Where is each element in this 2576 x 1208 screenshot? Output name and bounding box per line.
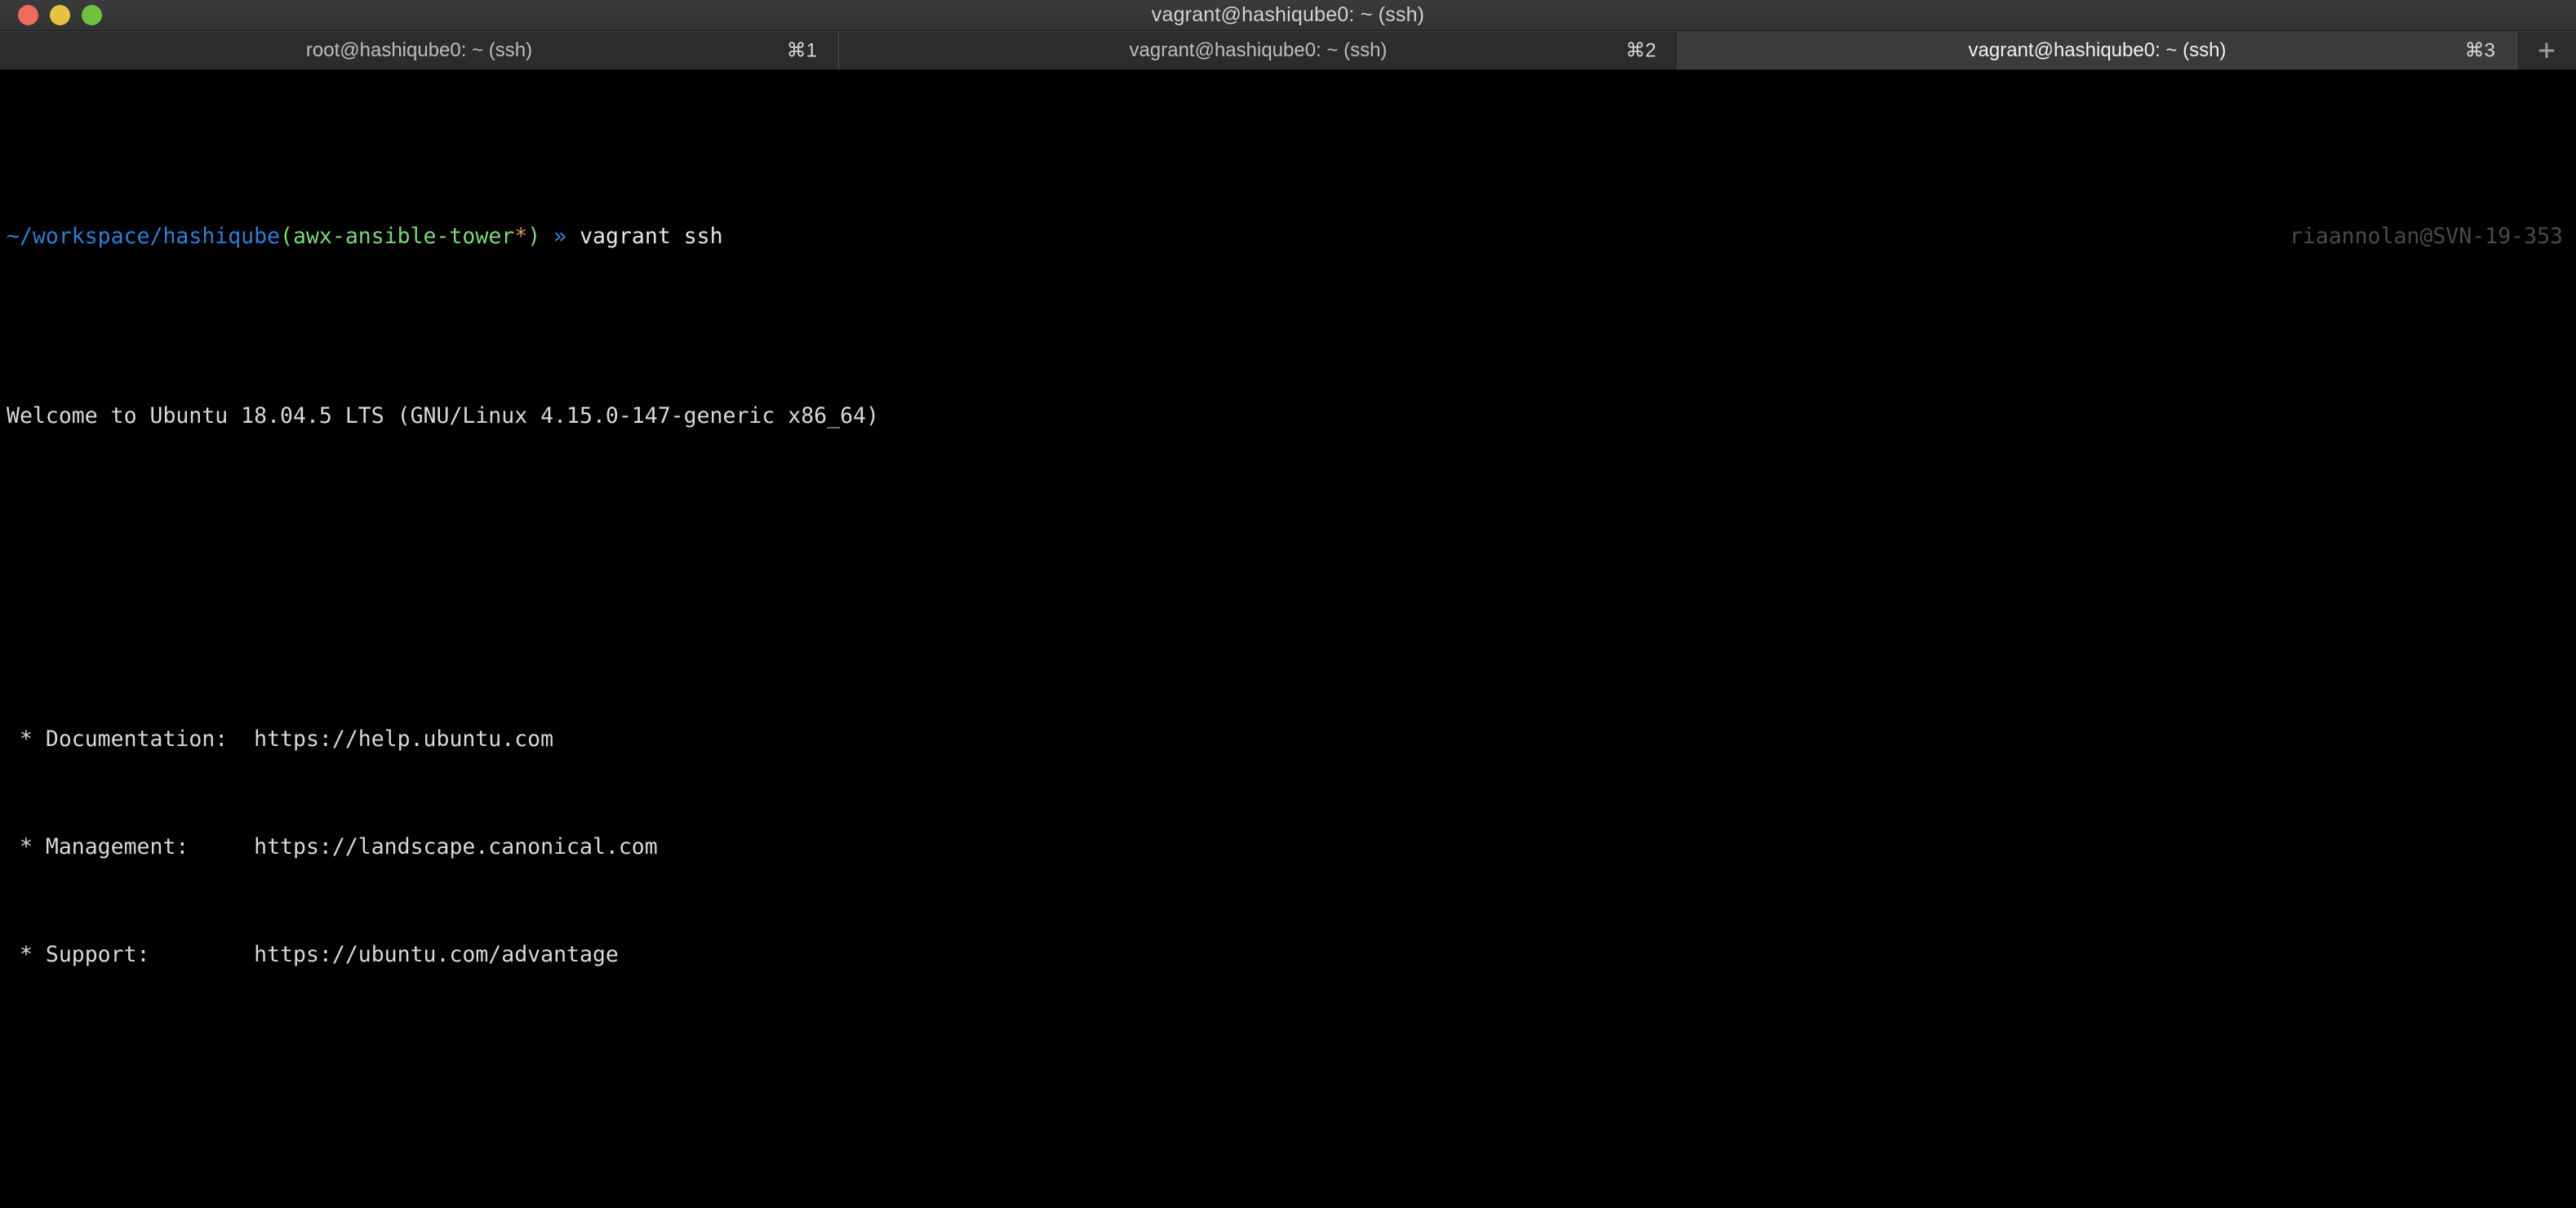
tab-label: vagrant@hashiqube0: ~ (ssh): [1129, 39, 1388, 61]
terminal-screen: ~/workspace/hashiqube(awx-ansible-tower*…: [0, 75, 2576, 1208]
terminal-window: vagrant@hashiqube0: ~ (ssh) root@hashiqu…: [0, 0, 2576, 1208]
git-branch: awx-ansible-tower: [293, 224, 515, 249]
command-line: ~/workspace/hashiqube(awx-ansible-tower*…: [7, 219, 2576, 255]
window-title: vagrant@hashiqube0: ~ (ssh): [1151, 3, 1425, 26]
documentation-line: * Documentation: https://help.ubuntu.com: [7, 726, 554, 752]
terminal-body[interactable]: ~/workspace/hashiqube(awx-ansible-tower*…: [0, 70, 2576, 1208]
plus-icon: +: [2538, 33, 2556, 67]
remote-host-label: riaannolan@SVN-19-353: [2289, 224, 2563, 249]
typed-command: vagrant ssh: [580, 224, 723, 249]
tab-root-hashiqube0[interactable]: root@hashiqube0: ~ (ssh) ⌘1: [0, 31, 839, 69]
tab-bar: root@hashiqube0: ~ (ssh) ⌘1 vagrant@hash…: [0, 31, 2576, 70]
zoom-button[interactable]: [82, 5, 102, 25]
tab-vagrant-hashiqube0-3[interactable]: vagrant@hashiqube0: ~ (ssh) ⌘3: [1678, 31, 2517, 69]
close-button[interactable]: [18, 5, 38, 25]
prompt-arrow-icon: »: [553, 224, 567, 249]
tab-vagrant-hashiqube0-2[interactable]: vagrant@hashiqube0: ~ (ssh) ⌘2: [839, 31, 1678, 69]
git-paren-close: ): [527, 224, 541, 249]
title-bar: vagrant@hashiqube0: ~ (ssh): [0, 0, 2576, 31]
tab-label: vagrant@hashiqube0: ~ (ssh): [1968, 39, 2227, 61]
git-dirty-marker: *: [514, 224, 528, 249]
minimize-button[interactable]: [50, 5, 70, 25]
prompt-path: ~/workspace/hashiqube: [7, 224, 281, 249]
tab-shortcut: ⌘3: [2464, 39, 2495, 62]
management-line: * Management: https://landscape.canonica…: [7, 834, 658, 859]
support-line: * Support: https://ubuntu.com/advantage: [7, 942, 619, 967]
window-controls: [0, 5, 102, 25]
welcome-line: Welcome to Ubuntu 18.04.5 LTS (GNU/Linux…: [7, 403, 879, 429]
tab-shortcut: ⌘2: [1625, 39, 1656, 62]
tab-shortcut: ⌘1: [786, 39, 817, 62]
git-paren-open: (: [280, 224, 294, 249]
new-tab-button[interactable]: +: [2517, 31, 2576, 69]
tab-label: root@hashiqube0: ~ (ssh): [305, 39, 533, 61]
